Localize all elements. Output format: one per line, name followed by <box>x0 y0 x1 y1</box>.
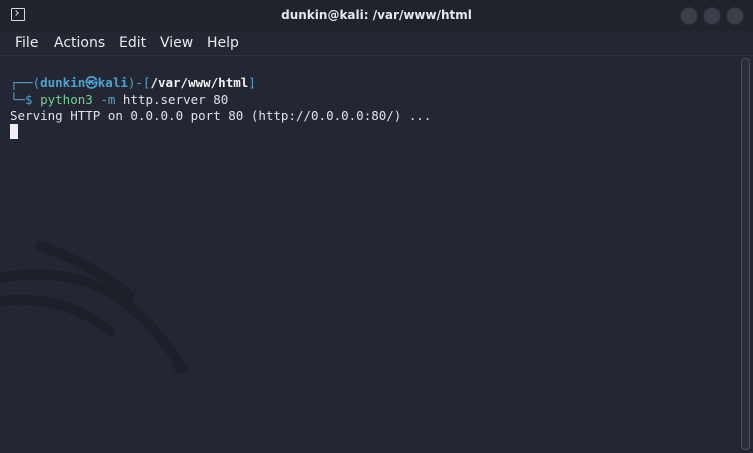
command-name: python3 <box>40 92 93 107</box>
prompt-line: ┌──(dunkin㉿kali)-[/var/www/html] <box>10 75 256 91</box>
menu-file[interactable]: File <box>15 34 38 52</box>
minimize-button[interactable] <box>680 7 698 25</box>
prompt-frame-close: ] <box>248 75 256 90</box>
terminal-area[interactable]: ┌──(dunkin㉿kali)-[/var/www/html] └─$ pyt… <box>0 56 738 453</box>
maximize-button[interactable] <box>703 7 721 25</box>
command-args: http.server 80 <box>115 92 229 107</box>
text-cursor <box>10 124 18 139</box>
command-flag: -m <box>92 92 116 107</box>
prompt-path: /var/www/html <box>150 75 249 90</box>
output-line: Serving HTTP on 0.0.0.0 port 80 (http://… <box>10 108 432 123</box>
prompt-user: dunkin㉿kali <box>40 75 128 90</box>
close-button[interactable] <box>726 7 744 25</box>
scrollbar-thumb[interactable] <box>741 58 750 450</box>
menu-view[interactable]: View <box>160 34 193 52</box>
menu-actions[interactable]: Actions <box>54 34 105 52</box>
menu-help[interactable]: Help <box>207 34 239 52</box>
title-bar[interactable]: dunkin@kali: /var/www/html <box>0 0 753 32</box>
menu-edit[interactable]: Edit <box>119 34 146 52</box>
command-line: └─$ python3 -m http.server 80 <box>10 92 228 108</box>
window-title: dunkin@kali: /var/www/html <box>281 8 472 22</box>
scrollbar[interactable] <box>738 56 753 453</box>
menu-bar: File Actions Edit View Help <box>0 31 753 56</box>
prompt-second: └─$ <box>10 92 41 107</box>
terminal-window: dunkin@kali: /var/www/html File Actions … <box>0 0 753 453</box>
prompt-frame-open: ┌──( <box>10 75 41 90</box>
prompt-frame-mid: )-[ <box>127 75 151 90</box>
